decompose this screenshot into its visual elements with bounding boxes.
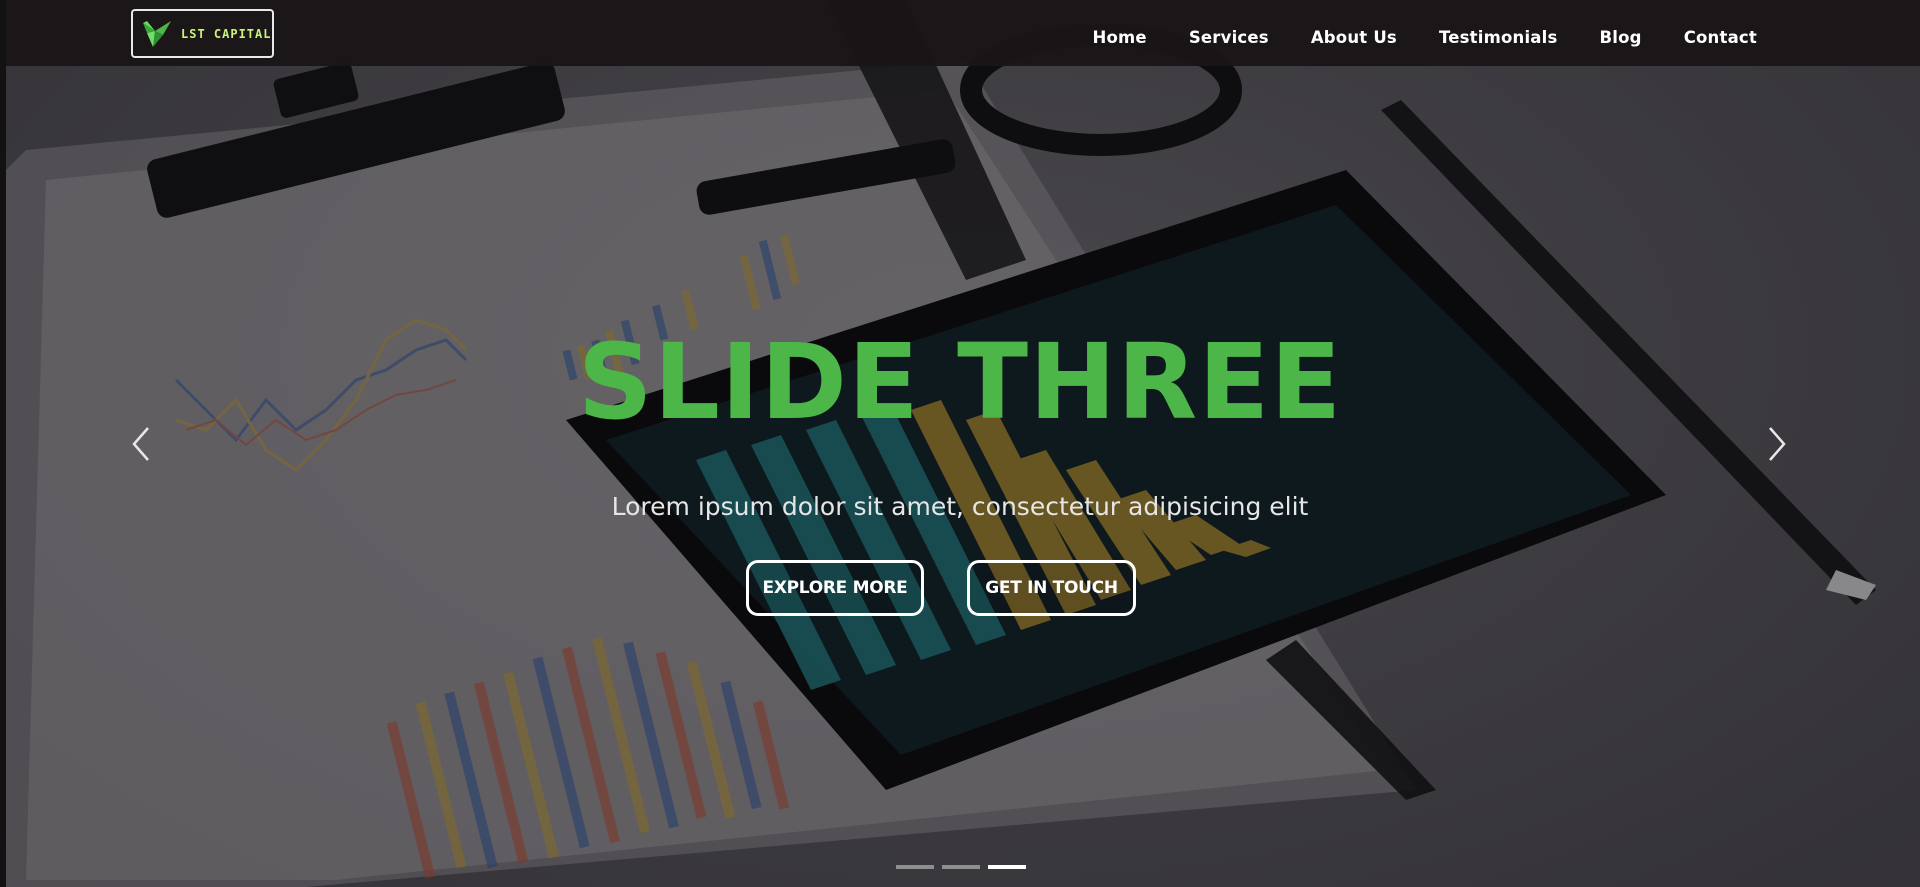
nav-menu: Home Services About Us Testimonials Blog… xyxy=(1050,0,1757,74)
hero-dark-overlay xyxy=(6,0,1920,887)
carousel-indicator-2[interactable] xyxy=(942,865,980,869)
chevron-right-icon xyxy=(1769,427,1786,461)
get-in-touch-button[interactable]: GET IN TOUCH xyxy=(967,560,1136,616)
nav-item-home[interactable]: Home xyxy=(1092,28,1146,47)
explore-more-button[interactable]: EXPLORE MORE xyxy=(746,560,924,616)
carousel-prev-button[interactable] xyxy=(128,424,158,464)
left-edge-strip xyxy=(0,0,6,887)
nav-item-blog[interactable]: Blog xyxy=(1600,28,1642,47)
slide-subtitle: Lorem ipsum dolor sit amet, consectetur … xyxy=(611,492,1309,521)
brand-logo[interactable]: LST CAPITAL xyxy=(131,9,274,58)
brand-name: LST CAPITAL xyxy=(181,26,272,41)
carousel-indicator-3[interactable] xyxy=(988,865,1026,869)
slide-title: SLIDE THREE xyxy=(577,321,1343,443)
nav-item-testimonials[interactable]: Testimonials xyxy=(1439,28,1558,47)
origami-bird-icon xyxy=(143,20,171,47)
carousel-next-button[interactable] xyxy=(1760,424,1790,464)
carousel-indicators xyxy=(896,865,1026,869)
top-navbar: LST CAPITAL Home Services About Us Testi… xyxy=(6,0,1920,66)
nav-item-services[interactable]: Services xyxy=(1189,28,1269,47)
nav-item-about-us[interactable]: About Us xyxy=(1311,28,1397,47)
nav-item-contact[interactable]: Contact xyxy=(1684,28,1757,47)
page: LST CAPITAL Home Services About Us Testi… xyxy=(0,0,1920,887)
chevron-left-icon xyxy=(132,427,149,461)
carousel-indicator-1[interactable] xyxy=(896,865,934,869)
